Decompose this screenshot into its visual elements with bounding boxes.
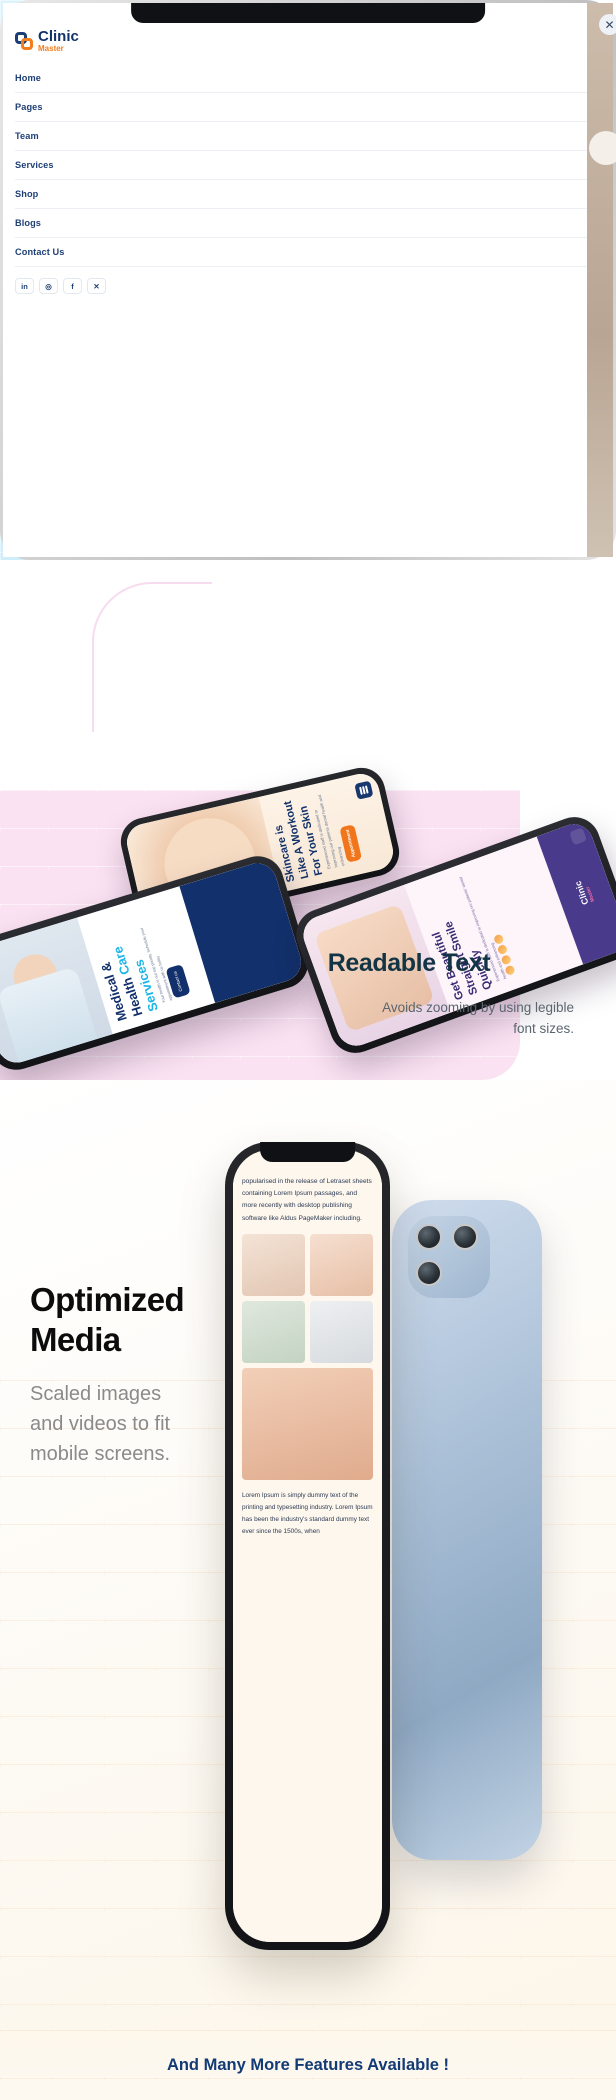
facebook-icon[interactable]: f [63, 278, 82, 295]
menu-item-label: Team [15, 131, 39, 142]
menu-item-contact-us[interactable]: Contact Us ❯ [15, 238, 601, 268]
media-thumb-2 [310, 1233, 373, 1296]
section3-heading: Optimized Media [30, 1280, 280, 1359]
section2-subtext-line1: Avoids zooming by using legible [382, 999, 574, 1015]
section3-text-block: Optimized Media Scaled images and videos… [30, 1280, 280, 1469]
social-links: in ◎ f ✕ [3, 267, 613, 295]
section3-subtext-line1: Scaled images [30, 1383, 162, 1406]
phone-notch [259, 1142, 356, 1162]
menu-item-label: Shop [15, 189, 39, 200]
menu-item-label: Contact Us [15, 247, 65, 258]
section-readable-text: Skincare is Like A Workout For Your Skin… [0, 560, 616, 1080]
menu-item-label: Home [15, 73, 41, 84]
phone-notch [131, 3, 485, 23]
section3-subtext-line2: and videos to fit [30, 1413, 171, 1436]
menu-item-services[interactable]: Services ❯ [15, 151, 601, 181]
media-screen: popularised in the release of Letraset s… [233, 1150, 382, 1942]
navigation-menu: Home ❯ Pages ❯ Team ❯ [3, 64, 613, 268]
section2-heading: Readable Text [327, 949, 491, 977]
linkedin-icon[interactable]: in [15, 278, 34, 295]
menu-item-home[interactable]: Home ❯ [15, 64, 601, 94]
menu-item-label: Pages [15, 102, 43, 113]
close-icon[interactable]: ✕ [599, 14, 616, 35]
phone-blue-back [392, 1200, 542, 1860]
menu-item-pages[interactable]: Pages ❯ [15, 93, 601, 123]
menu-item-label: Services [15, 160, 54, 171]
section3-subtext: Scaled images and videos to fit mobile s… [30, 1379, 280, 1469]
camera-lens-3 [416, 1260, 442, 1286]
collection-badge [589, 131, 616, 165]
section2-text-block: Readable Text Avoids zooming by using le… [244, 948, 574, 1040]
section2-subtext-line2: font sizes. [513, 1021, 574, 1037]
smile-brand: Clinic Master [573, 877, 596, 905]
section2-subtext: Avoids zooming by using legible font siz… [244, 997, 574, 1041]
x-icon[interactable]: ✕ [87, 278, 106, 295]
media-paragraph-top: popularised in the release of Letraset s… [242, 1178, 372, 1222]
camera-lens-2 [452, 1224, 478, 1250]
background-page-strip [587, 3, 616, 557]
phone-bezel: Clinic Master Home ❯ Pages [3, 3, 616, 557]
clinic-cross-icon [15, 32, 34, 51]
section-optimized-media: popularised in the release of Letraset s… [0, 1080, 616, 2040]
menu-item-shop[interactable]: Shop ❯ [15, 180, 601, 210]
menu-logo: Clinic Master [15, 29, 79, 54]
section3-subtext-line3: mobile screens. [30, 1443, 171, 1466]
section-touch-friendly-navigation: Clinic Master Skincare is Like A Workout… [0, 0, 616, 560]
camera-lens-1 [416, 1224, 442, 1250]
hamburger-menu-icon[interactable] [569, 827, 588, 846]
footer-text: And Many More Features Available ! [166, 2055, 450, 2074]
section3-heading-line1: Optimized [30, 1281, 185, 1318]
media-paragraph-bottom: Lorem Ipsum is simply dummy text of the … [242, 1491, 373, 1536]
phone-frame: Clinic Master Home ❯ Pages [0, 0, 616, 560]
menu-item-team[interactable]: Team ❯ [15, 122, 601, 152]
phone-menu-open: Clinic Master Home ❯ Pages [0, 0, 616, 560]
menu-item-blogs[interactable]: Blogs ❯ [15, 209, 601, 239]
phone-media-content: popularised in the release of Letraset s… [225, 1142, 390, 1950]
menu-brand-name: Clinic [38, 28, 79, 45]
camera-module [408, 1216, 490, 1298]
menu-brand-sub: Master [38, 44, 64, 53]
decorative-curve-pink [92, 582, 212, 732]
footer-banner: And Many More Features Available ! [0, 2030, 616, 2100]
instagram-icon[interactable]: ◎ [39, 278, 58, 295]
menu-item-label: Blogs [15, 218, 42, 229]
section3-heading-line2: Media [30, 1320, 121, 1358]
media-thumb-4 [310, 1300, 373, 1363]
